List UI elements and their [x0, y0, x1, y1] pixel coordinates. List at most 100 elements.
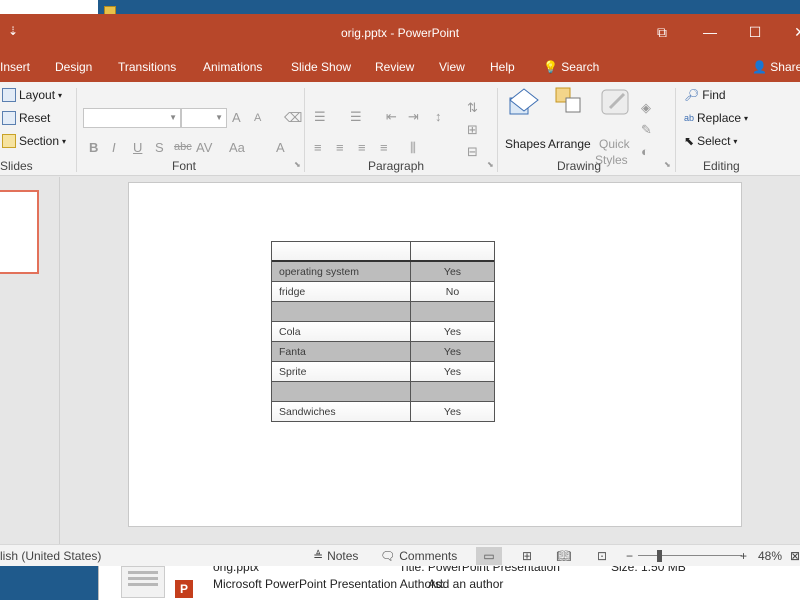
grow-font-icon[interactable]: A	[232, 110, 241, 125]
tab-animations[interactable]: Animations	[203, 60, 262, 74]
table-cell-value[interactable]: Yes	[411, 402, 494, 421]
shape-fill-icon[interactable]: ◈	[641, 100, 651, 116]
table-cell-item[interactable]: Fanta	[272, 342, 411, 361]
maximize-button[interactable]: ☐	[745, 22, 765, 42]
bullets-icon[interactable]: ☰	[314, 109, 326, 125]
layout-button[interactable]: Layout ▾	[2, 88, 62, 102]
font-size-input[interactable]: ▼	[181, 108, 227, 128]
table-row[interactable]	[272, 242, 494, 262]
slide-sorter-view-button[interactable]: ⊞	[514, 547, 540, 565]
table-cell-value[interactable]: Yes	[411, 362, 494, 381]
table-cell-item[interactable]: Cola	[272, 322, 411, 341]
tab-review[interactable]: Review	[375, 60, 414, 74]
table-cell-value[interactable]	[411, 242, 494, 260]
slide-show-view-button[interactable]: ⊡	[589, 547, 615, 565]
table-row[interactable]: Cola Yes	[272, 322, 494, 342]
zoom-slider-track[interactable]	[638, 555, 742, 556]
table-cell-item[interactable]	[272, 302, 411, 321]
tab-design[interactable]: Design	[55, 60, 92, 74]
table-cell-value[interactable]	[411, 382, 494, 401]
text-direction-icon[interactable]: ⇅	[467, 100, 478, 116]
table-cell-item[interactable]	[272, 382, 411, 401]
table-cell-value[interactable]	[411, 302, 494, 321]
align-text-icon[interactable]: ⊞	[467, 122, 478, 138]
bold-button[interactable]: B	[89, 140, 98, 155]
drawing-dialog-launcher-icon[interactable]: ⬊	[664, 160, 671, 169]
share-button[interactable]: 👤 Share	[752, 60, 800, 74]
clear-formatting-icon[interactable]: ⌫	[284, 110, 302, 126]
zoom-out-button[interactable]: −	[626, 549, 633, 563]
increase-indent-icon[interactable]: ⇥	[408, 109, 419, 125]
shape-outline-icon[interactable]: ✎	[641, 122, 652, 138]
table-row[interactable]: operating system Yes	[272, 262, 494, 282]
line-spacing-icon[interactable]: ↕	[435, 109, 442, 124]
table-cell-value[interactable]: Yes	[411, 342, 494, 361]
tab-view[interactable]: View	[439, 60, 465, 74]
find-button[interactable]: 🔎︎ Find	[684, 88, 726, 102]
comments-button[interactable]: 🗨︎ Comments	[380, 549, 457, 563]
align-right-icon[interactable]: ≡	[358, 140, 366, 155]
smartart-icon[interactable]: ⊟	[467, 144, 478, 160]
font-family-input[interactable]: ▼	[83, 108, 181, 128]
notes-button[interactable]: ≜ Notes	[313, 549, 358, 563]
table-cell-value[interactable]: No	[411, 282, 494, 301]
reading-view-button[interactable]: 📖︎	[551, 547, 577, 565]
select-button[interactable]: ⬉ Select ▾	[684, 134, 737, 148]
close-button[interactable]: ✕	[790, 22, 800, 42]
table-cell-item[interactable]: Sprite	[272, 362, 411, 381]
table-row[interactable]: Sprite Yes	[272, 362, 494, 382]
slide-table[interactable]: operating system Yes fridge No Cola Yes Fanta Y…	[271, 241, 495, 422]
zoom-in-button[interactable]: +	[740, 549, 747, 563]
table-row[interactable]	[272, 382, 494, 402]
tab-insert[interactable]: Insert	[0, 60, 30, 74]
numbering-icon[interactable]: ☰	[350, 109, 362, 125]
tab-transitions[interactable]: Transitions	[118, 60, 176, 74]
tab-help[interactable]: Help	[490, 60, 515, 74]
table-cell-item[interactable]: Sandwiches	[272, 402, 411, 421]
shape-effects-icon[interactable]: ◐	[641, 144, 649, 159]
columns-icon[interactable]: ⫼	[410, 140, 416, 156]
table-cell-value[interactable]: Yes	[411, 322, 494, 341]
slide-canvas[interactable]: operating system Yes fridge No Cola Yes Fanta Y…	[128, 182, 742, 527]
arrange-button[interactable]: Arrange	[548, 137, 591, 151]
slide-thumbnail-pane[interactable]	[0, 177, 60, 544]
normal-view-button[interactable]: ▭	[476, 547, 502, 565]
tell-me-search[interactable]: 💡 Search	[543, 60, 599, 74]
table-cell-item[interactable]: fridge	[272, 282, 411, 301]
zoom-slider-thumb[interactable]	[657, 550, 662, 562]
font-color-button[interactable]: A	[276, 140, 285, 155]
fit-to-window-icon[interactable]: ⊠	[790, 549, 800, 563]
shadow-button[interactable]: S	[155, 140, 164, 155]
quick-styles-button[interactable]: Quick	[599, 137, 630, 151]
table-cell-item[interactable]: operating system	[272, 262, 411, 281]
paragraph-dialog-launcher-icon[interactable]: ⬊	[487, 160, 494, 169]
language-indicator[interactable]: lish (United States)	[0, 549, 101, 563]
table-row[interactable]: Fanta Yes	[272, 342, 494, 362]
minimize-button[interactable]: —	[700, 22, 720, 42]
table-row[interactable]	[272, 302, 494, 322]
tab-slide-show[interactable]: Slide Show	[291, 60, 351, 74]
strikethrough-button[interactable]: abc	[174, 141, 192, 153]
align-center-icon[interactable]: ≡	[336, 140, 344, 155]
decrease-indent-icon[interactable]: ⇤	[386, 109, 397, 125]
table-cell-item[interactable]	[272, 242, 411, 260]
table-cell-value[interactable]: Yes	[411, 262, 494, 281]
reset-button[interactable]: Reset	[2, 111, 50, 125]
font-dialog-launcher-icon[interactable]: ⬊	[294, 160, 301, 169]
change-case-button[interactable]: Aa	[229, 140, 245, 155]
align-left-icon[interactable]: ≡	[314, 140, 322, 155]
table-row[interactable]: Sandwiches Yes	[272, 402, 494, 422]
ribbon-display-options-icon[interactable]: ⧉	[652, 22, 672, 42]
section-button[interactable]: Section ▾	[2, 134, 66, 148]
replace-button[interactable]: ab Replace ▾	[684, 111, 748, 125]
underline-button[interactable]: U	[133, 140, 142, 155]
zoom-level[interactable]: 48%	[758, 549, 782, 563]
slide-thumbnail-1[interactable]	[0, 190, 39, 274]
details-author[interactable]: Add an author	[428, 577, 503, 591]
table-row[interactable]: fridge No	[272, 282, 494, 302]
italic-button[interactable]: I	[112, 140, 116, 155]
justify-icon[interactable]: ≡	[380, 140, 388, 155]
shrink-font-icon[interactable]: A	[254, 112, 261, 124]
shapes-button[interactable]: Shapes	[505, 137, 546, 151]
character-spacing-button[interactable]: AV	[196, 140, 212, 155]
